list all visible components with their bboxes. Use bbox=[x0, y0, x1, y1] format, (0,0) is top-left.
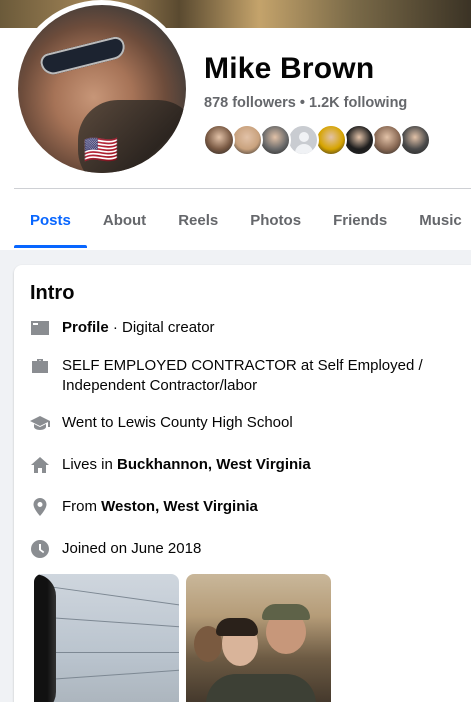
clock-icon bbox=[30, 539, 50, 559]
school-text: Went to Lewis County High School bbox=[62, 414, 293, 431]
home-icon bbox=[30, 455, 50, 475]
flag-frame-icon: 🇺🇸 bbox=[83, 134, 119, 165]
friend-avatar[interactable] bbox=[203, 124, 235, 156]
intro-profile-row: Profile · Digital creator bbox=[30, 318, 470, 338]
friend-avatar[interactable] bbox=[231, 124, 263, 156]
location-pin-icon bbox=[30, 497, 50, 517]
lives-place-link[interactable]: Buckhannon, West Virginia bbox=[117, 456, 311, 473]
featured-photo-2[interactable] bbox=[186, 574, 331, 702]
friend-avatar[interactable] bbox=[371, 124, 403, 156]
joined-text: Joined on June 2018 bbox=[62, 540, 202, 557]
from-place-link[interactable]: Weston, West Virginia bbox=[101, 498, 258, 515]
friend-avatar[interactable] bbox=[259, 124, 291, 156]
intro-joined-row: Joined on June 2018 bbox=[30, 539, 470, 559]
profile-tabs: Posts About Reels Photos Friends Music bbox=[14, 192, 471, 248]
friend-avatar[interactable] bbox=[343, 124, 375, 156]
tab-posts[interactable]: Posts bbox=[14, 192, 87, 248]
tab-photos[interactable]: Photos bbox=[234, 192, 317, 248]
tab-friends[interactable]: Friends bbox=[317, 192, 403, 248]
work-text: SELF EMPLOYED CONTRACTOR at Self Employe… bbox=[62, 357, 423, 394]
friend-avatar[interactable] bbox=[315, 124, 347, 156]
profile-label: Profile bbox=[62, 319, 109, 336]
graduation-cap-icon bbox=[30, 413, 50, 433]
follower-stats[interactable]: 878 followers • 1.2K following bbox=[204, 95, 407, 111]
avatar-sunglasses bbox=[38, 34, 128, 78]
friend-avatar[interactable] bbox=[287, 124, 319, 156]
from-prefix: From bbox=[62, 498, 102, 515]
intro-from-row: From Weston, West Virginia bbox=[30, 497, 470, 517]
intro-title: Intro bbox=[30, 282, 75, 304]
intro-school-row: Went to Lewis County High School bbox=[30, 413, 470, 433]
mutual-friends-avatars[interactable] bbox=[203, 124, 431, 156]
friend-avatar[interactable] bbox=[399, 124, 431, 156]
briefcase-icon bbox=[30, 356, 50, 376]
profile-page-icon bbox=[30, 318, 50, 338]
tab-about[interactable]: About bbox=[87, 192, 162, 248]
tab-reels[interactable]: Reels bbox=[162, 192, 234, 248]
profile-name: Mike Brown bbox=[204, 52, 375, 85]
featured-photo-1[interactable] bbox=[34, 574, 179, 702]
profile-category: · Digital creator bbox=[108, 319, 215, 336]
lives-prefix: Lives in bbox=[62, 456, 118, 473]
header-divider bbox=[14, 188, 471, 189]
tab-music[interactable]: Music bbox=[403, 192, 471, 248]
intro-card: Intro Profile · Digital creator SELF EMP… bbox=[14, 265, 471, 702]
intro-work-row: SELF EMPLOYED CONTRACTOR at Self Employe… bbox=[30, 356, 470, 396]
intro-lives-row: Lives in Buckhannon, West Virginia bbox=[30, 455, 470, 475]
